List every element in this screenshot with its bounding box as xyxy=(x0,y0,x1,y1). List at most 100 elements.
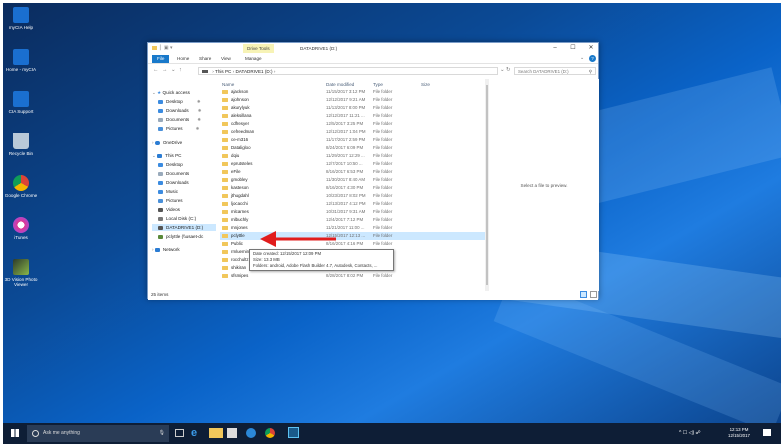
folder-icon xyxy=(222,137,228,142)
nav-network-drive-pclyttle[interactable]: pclyttle (\\usaet-dc xyxy=(158,233,203,240)
file-row[interactable]: cefreedman 12/12/2017 1:04 PM File folder xyxy=(220,128,486,136)
action-center-icon[interactable] xyxy=(763,429,771,436)
large-icons-view-icon[interactable] xyxy=(590,291,597,298)
column-header-size[interactable]: Size xyxy=(421,82,430,87)
file-row[interactable]: jthugdahl 10/23/2017 8:02 PM File folder xyxy=(220,192,486,200)
breadcrumb-datadrive[interactable]: DATADRIVE1 (D:) xyxy=(235,69,272,74)
address-dropdown-icon[interactable]: ⌄ xyxy=(500,67,505,73)
up-arrow-icon[interactable]: ↑ xyxy=(179,67,182,73)
file-row[interactable]: dqiu 11/29/2017 12:29 ... File folder xyxy=(220,152,486,160)
edge-taskbar-icon[interactable]: e xyxy=(191,426,205,440)
file-row[interactable]: gmobley 11/30/2017 8:40 AM File folder xyxy=(220,176,486,184)
refresh-icon[interactable]: ↻ xyxy=(506,67,511,73)
breadcrumb-this-pc[interactable]: This PC xyxy=(215,69,231,74)
app-taskbar-icon[interactable] xyxy=(246,428,256,438)
file-row[interactable]: mlcarnes 10/31/2017 9:31 AM File folder xyxy=(220,208,486,216)
nav-network[interactable]: › Network xyxy=(152,246,180,253)
tray-icons[interactable]: ^ ☐ ◁) ☍ xyxy=(679,430,701,436)
file-row[interactable]: mlbuchly 12/4/2017 7:12 PM File folder xyxy=(220,216,486,224)
file-name: ajohnson xyxy=(231,97,249,102)
file-row[interactable]: eprutsteles 12/7/2017 10:50 ... File folde… xyxy=(220,160,486,168)
file-name: mnjones xyxy=(231,225,248,230)
nav-pc-videos[interactable]: Videos xyxy=(158,206,180,213)
maximize-button[interactable]: ☐ xyxy=(564,43,582,54)
file-name: akurylyuk xyxy=(231,105,250,110)
address-box[interactable]: › This PC › DATADRIVE1 (D:) › xyxy=(198,67,498,75)
microphone-icon[interactable]: 🎙 xyxy=(159,425,165,442)
tab-view[interactable]: View xyxy=(216,55,236,63)
cortana-search-box[interactable]: Ask me anything 🎙 xyxy=(27,425,169,442)
photoshop-taskbar-icon[interactable] xyxy=(288,427,299,438)
file-row[interactable]: akurylyuk 11/13/2017 8:00 PM File folder xyxy=(220,104,486,112)
nav-quick-access[interactable]: ⌄ ★ Quick access xyxy=(152,89,190,96)
nav-pc-pictures[interactable]: Pictures xyxy=(158,197,183,204)
nav-this-pc[interactable]: ⌄ This PC xyxy=(152,152,181,159)
nav-desktop-pinned[interactable]: Desktop ✸ xyxy=(158,98,201,105)
file-row[interactable]: eFile 8/16/2017 6:53 PM File folder xyxy=(220,168,486,176)
download-icon xyxy=(158,180,163,185)
clock[interactable]: 12:13 PM 12/15/2017 xyxy=(728,427,750,438)
arrow-head xyxy=(260,231,276,247)
folder-icon xyxy=(222,193,228,198)
column-header-type[interactable]: Type xyxy=(373,82,383,87)
nav-pc-documents[interactable]: Documents xyxy=(158,170,189,177)
nav-pc-desktop[interactable]: Desktop xyxy=(158,161,183,168)
nav-downloads-pinned[interactable]: Downloads ✸ xyxy=(158,107,202,114)
desktop-icon-google-chrome[interactable]: Google Chrome xyxy=(3,175,39,198)
quick-access-toolbar[interactable]: ▏▣ ▾ xyxy=(160,44,172,53)
store-taskbar-icon[interactable] xyxy=(227,428,237,438)
start-windows-icon[interactable] xyxy=(11,429,19,437)
nav-datadrive-d[interactable]: DATADRIVE1 (D:) xyxy=(152,224,216,231)
file-row[interactable]: Dataligloo 8/24/2017 6:09 PM File folder xyxy=(220,144,486,152)
desktop-icon-recycle-bin[interactable]: Recycle Bin xyxy=(3,133,39,156)
search-icon: ⚲ xyxy=(588,69,592,74)
tab-manage[interactable]: Manage xyxy=(240,55,267,63)
file-row[interactable]: kasteson 8/16/2017 4:30 PM File folder xyxy=(220,184,486,192)
file-row[interactable]: cdfresyer 12/5/2017 3:25 PM File folder xyxy=(220,120,486,128)
file-row[interactable]: ajackson 11/15/2017 3:12 PM File folder xyxy=(220,88,486,96)
file-type: File folder xyxy=(373,145,393,150)
nav-onedrive[interactable]: › OneDrive xyxy=(152,139,182,146)
desktop-icon-home-mycia[interactable]: Home - myCIA xyxy=(3,49,39,72)
desktop-icon-cia-support[interactable]: CIA Support xyxy=(3,91,39,114)
file-type: File folder xyxy=(373,201,393,206)
file-row[interactable]: ljocacchi 12/13/2017 4:12 PM File folder xyxy=(220,200,486,208)
tab-share[interactable]: Share xyxy=(194,55,216,63)
back-arrow-icon[interactable]: ← xyxy=(153,67,159,73)
desktop-icon-itunes[interactable]: iTunes xyxy=(3,217,39,240)
file-row[interactable]: ce-m316 11/17/2017 2:59 PM File folder xyxy=(220,136,486,144)
recent-dropdown-icon[interactable]: ⌄ xyxy=(171,67,176,73)
navigation-pane: ⌄ ★ Quick access Desktop ✸ Downloads ✸ Doc… xyxy=(148,79,218,291)
folder-icon xyxy=(222,97,228,102)
column-header-date[interactable]: Date modified xyxy=(326,82,354,87)
tab-file[interactable]: File xyxy=(152,55,170,63)
file-row[interactable]: sfsmipes 8/28/2017 8:02 PM File folder xyxy=(220,272,486,280)
minimize-button[interactable]: – xyxy=(546,43,564,54)
nav-pc-downloads[interactable]: Downloads xyxy=(158,179,189,186)
file-explorer-taskbar-icon[interactable] xyxy=(209,428,223,438)
desktop-icon-mycia-help[interactable]: myCIA Help xyxy=(3,7,39,30)
column-header-name[interactable]: Name xyxy=(222,82,234,87)
nav-pc-music[interactable]: Music xyxy=(158,188,178,195)
folder-icon xyxy=(222,273,228,278)
task-view-icon[interactable] xyxy=(175,429,184,437)
help-icon[interactable]: ? xyxy=(589,55,596,62)
nav-pictures-pinned[interactable]: Pictures ✸ xyxy=(158,125,199,132)
desktop-icon-3d-vision[interactable]: 3D Vision Photo Viewer xyxy=(3,259,39,288)
tab-home[interactable]: Home xyxy=(172,55,194,63)
ribbon-expand-icon[interactable]: ⌄ xyxy=(580,55,584,61)
file-name: aleksillana xyxy=(231,113,252,118)
search-input[interactable]: Search DATADRIVE1 (D:) ⚲ xyxy=(514,67,596,75)
file-date-modified: 12/12/2017 1:04 PM xyxy=(326,129,366,134)
file-type: File folder xyxy=(373,97,393,102)
nav-documents-pinned[interactable]: Documents ✸ xyxy=(158,116,201,123)
nav-local-disk-c[interactable]: Local Disk (C:) xyxy=(158,215,196,222)
forward-arrow-icon[interactable]: → xyxy=(162,67,168,73)
file-row[interactable]: aleksillana 12/12/2017 11:21 ... File fold… xyxy=(220,112,486,120)
file-row[interactable]: ajohnson 12/12/2017 9:21 AM File folder xyxy=(220,96,486,104)
file-date-modified: 8/16/2017 6:53 PM xyxy=(326,169,364,174)
chrome-taskbar-icon[interactable] xyxy=(265,428,275,438)
details-view-icon[interactable] xyxy=(580,291,587,298)
scrollbar-thumb[interactable] xyxy=(486,85,488,285)
close-button[interactable]: ✕ xyxy=(582,43,600,54)
